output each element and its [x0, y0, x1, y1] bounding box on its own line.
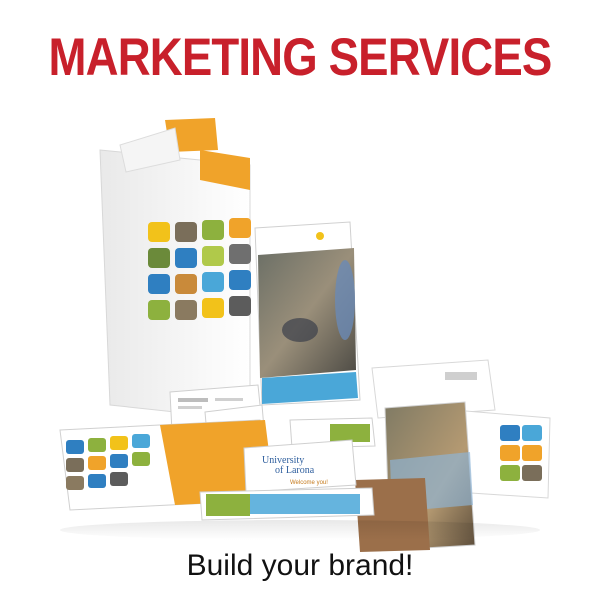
long-envelope — [199, 487, 375, 521]
welcome-card-text: Welcome you! — [290, 480, 328, 486]
stationery-collage: University of Larona Welcome you! — [59, 118, 551, 552]
svg-text:of Larona: of Larona — [275, 465, 315, 476]
page-tagline: Build your brand! — [186, 549, 414, 582]
brochure-photo-cover — [254, 221, 361, 406]
presentation-folder — [99, 118, 251, 421]
welcome-card: University of Larona Welcome you! — [243, 439, 357, 493]
